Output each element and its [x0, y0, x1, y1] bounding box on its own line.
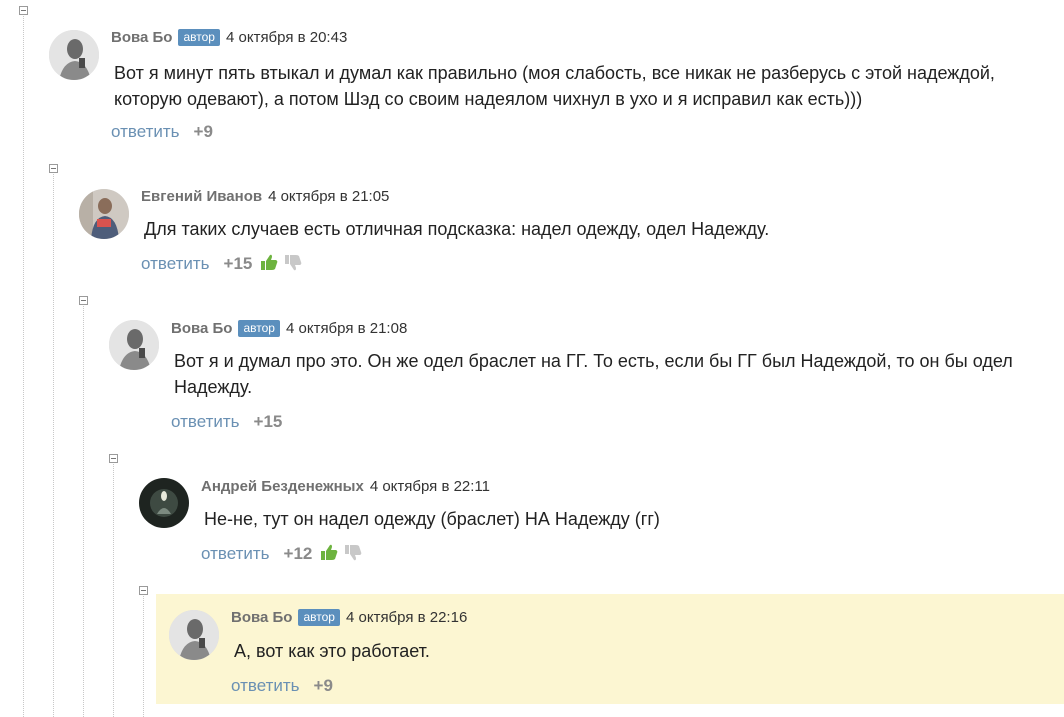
author-name[interactable]: Евгений Иванов: [141, 188, 262, 205]
reply-link[interactable]: ответить: [201, 544, 270, 563]
author-name[interactable]: Андрей Безденежных: [201, 478, 364, 495]
comment-text: Вот я минут пять втыкал и думал как прав…: [114, 63, 995, 109]
reply-link[interactable]: ответить: [111, 122, 180, 141]
thread-line: [23, 16, 24, 717]
collapse-toggle[interactable]: [109, 454, 118, 463]
thread-line: [83, 306, 84, 717]
comment-score: +12: [283, 544, 313, 563]
reply-link[interactable]: ответить: [231, 676, 300, 695]
author-name[interactable]: Вова Бо: [171, 320, 232, 337]
author-badge: автор: [178, 29, 220, 46]
thumbs-down-icon[interactable]: [284, 254, 302, 277]
collapse-toggle[interactable]: [19, 6, 28, 15]
thumbs-down-icon[interactable]: [344, 544, 362, 567]
reply-link[interactable]: ответить: [141, 254, 210, 273]
avatar[interactable]: [109, 320, 159, 370]
comment-date[interactable]: 4 октября в 21:08: [286, 320, 407, 337]
comment-score: +9: [313, 676, 333, 695]
author-badge: автор: [238, 320, 280, 337]
thread-line: [143, 596, 144, 717]
comment-score: +9: [193, 122, 213, 141]
thread-line: [53, 174, 54, 717]
thumbs-up-icon[interactable]: [260, 254, 278, 277]
author-name[interactable]: Вова Бо: [111, 29, 172, 46]
avatar[interactable]: [169, 610, 219, 660]
comment-date[interactable]: 4 октября в 22:11: [370, 478, 490, 495]
comment-date[interactable]: 4 октября в 20:43: [226, 29, 347, 46]
avatar[interactable]: [49, 30, 99, 80]
thread-line: [113, 464, 114, 717]
comment-text: Не-не, тут он надел одежду (браслет) НА …: [204, 509, 660, 529]
thumbs-up-icon[interactable]: [320, 544, 338, 567]
author-name[interactable]: Вова Бо: [231, 609, 292, 626]
author-badge: автор: [298, 609, 340, 626]
comment-score: +15: [253, 412, 283, 431]
avatar[interactable]: [79, 189, 129, 239]
collapse-toggle[interactable]: [79, 296, 88, 305]
comment-date[interactable]: 4 октября в 22:16: [346, 609, 467, 626]
avatar[interactable]: [139, 478, 189, 528]
comment-text: А, вот как это работает.: [234, 641, 430, 661]
comment-score: +15: [223, 254, 253, 273]
comment-text: Вот я и думал про это. Он же одел брасле…: [174, 351, 1013, 397]
comment-date[interactable]: 4 октября в 21:05: [268, 188, 389, 205]
comment-text: Для таких случаев есть отличная подсказк…: [144, 219, 770, 239]
collapse-toggle[interactable]: [139, 586, 148, 595]
collapse-toggle[interactable]: [49, 164, 58, 173]
reply-link[interactable]: ответить: [171, 412, 240, 431]
